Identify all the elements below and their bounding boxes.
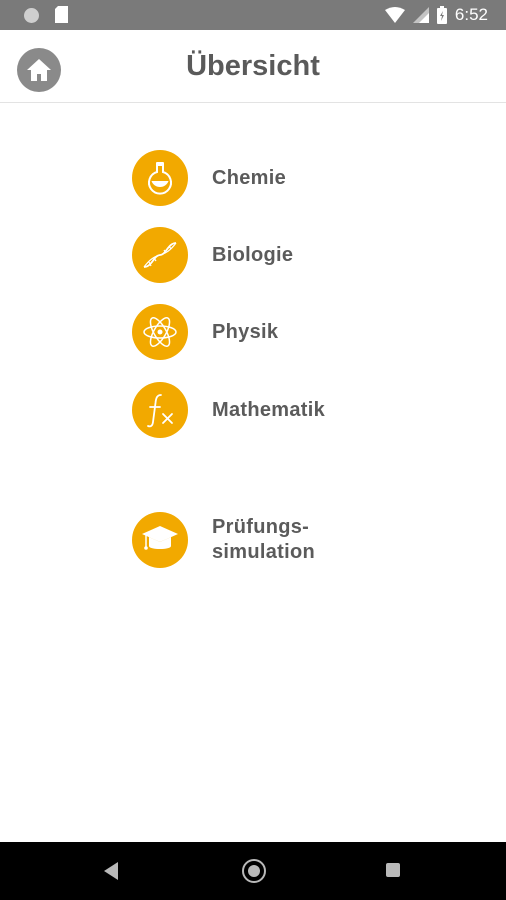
flask-icon [148,162,172,195]
menu-label: Chemie [212,166,287,189]
menu-item-pruefungssimulation[interactable]: Prüfungs- simulation [132,512,392,568]
app-header: Übersicht [0,30,506,103]
menu-label: Biologie [212,243,294,266]
app-screen: 6:52 Übersicht Chemie Biologie Physik Ma… [0,0,506,900]
sd-card-icon [55,6,68,23]
menu-label-exam: Prüfungs- simulation [212,515,315,565]
dna-icon [143,242,177,268]
function-icon [147,394,173,428]
status-icons: 6:52 [384,0,488,30]
home-circle-icon[interactable] [242,859,266,883]
home-circle-inner [248,865,260,877]
battery-icon [436,6,447,24]
page-title: Übersicht [186,50,320,82]
menu-item-chemie[interactable]: Chemie [132,150,392,206]
menu-label-line: simulation [212,541,316,563]
notification-dot-icon [24,8,39,23]
menu-label: Physik [212,320,279,343]
menu-icon-circle [132,304,188,360]
atom-icon [143,317,177,347]
recents-icon[interactable] [386,863,400,877]
back-icon[interactable] [104,862,118,880]
menu-item-physik[interactable]: Physik [132,304,392,360]
status-bar: 6:52 [0,0,506,30]
status-time: 6:52 [454,5,488,24]
cell-signal-icon [412,7,429,23]
menu-label: Mathematik [212,398,326,421]
menu-item-mathematik[interactable]: Mathematik [132,382,392,438]
system-nav-bar [0,842,506,900]
menu-item-biologie[interactable]: Biologie [132,227,392,283]
wifi-icon [384,7,405,23]
menu-icon-circle [132,227,188,283]
graduation-cap-icon [142,526,178,550]
menu-icon-circle [132,382,188,438]
menu-label-line: Prüfungs- [212,516,310,538]
menu-icon-circle [132,150,188,206]
menu-icon-circle [132,512,188,568]
